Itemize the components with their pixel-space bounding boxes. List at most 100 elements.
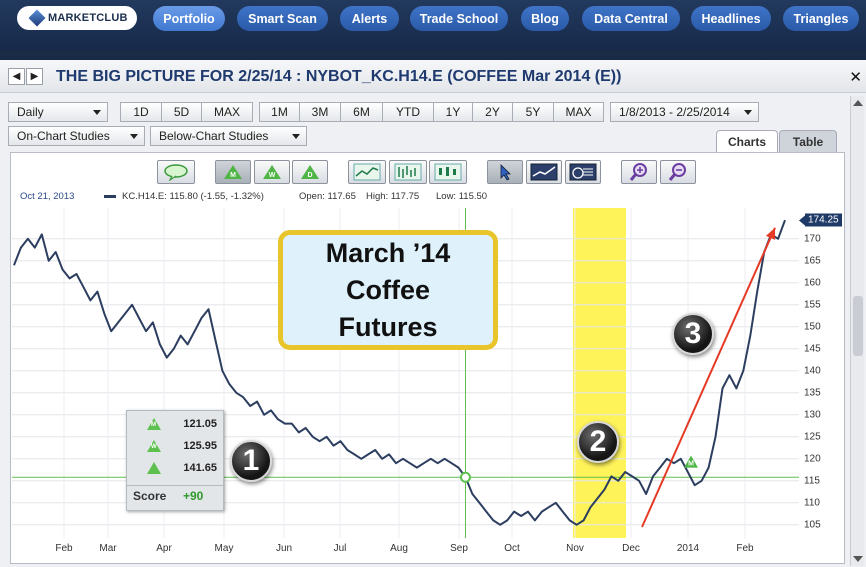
y-tick-label: 150 (804, 321, 821, 333)
x-tick-label: Feb (736, 543, 754, 554)
nav-smart-scan[interactable]: Smart Scan (237, 6, 328, 31)
pointer-button[interactable] (487, 160, 523, 184)
quote-high: High: 117.75 (366, 191, 420, 202)
x-tick-label: Dec (622, 543, 640, 554)
weekly-triangle-icon: W (263, 165, 281, 179)
x-tick-label: Mar (99, 543, 117, 554)
range-1m-button[interactable]: 1M (259, 102, 300, 122)
nav-data-central[interactable]: Data Central (582, 6, 680, 31)
prev-button[interactable]: ◀ (8, 68, 25, 85)
quote-low: Low: 115.50 (436, 191, 488, 202)
score-value: 125.95 (183, 440, 217, 452)
daily-triangle-button[interactable]: D (292, 160, 328, 184)
trend-arrow-line (641, 227, 776, 528)
zoom-out-button[interactable] (660, 160, 696, 184)
draw-tools-icon (569, 163, 597, 181)
candlestick-chart-button[interactable] (429, 160, 467, 184)
range-5d-button[interactable]: 5D (161, 102, 202, 122)
pointer-icon (500, 164, 511, 181)
range-3m-button[interactable]: 3M (299, 102, 341, 122)
y-tick-label: 120 (804, 453, 821, 465)
nav-alerts[interactable]: Alerts (340, 6, 399, 31)
nav-blog[interactable]: Blog (521, 6, 569, 31)
y-tick-label: 165 (804, 255, 821, 267)
nav-portfolio[interactable]: Portfolio (153, 6, 225, 31)
x-tick-label: Sep (450, 543, 468, 554)
draw-tools-button[interactable] (565, 160, 601, 184)
bar-chart-button[interactable] (389, 160, 427, 184)
chevron-down-icon (93, 109, 101, 115)
nav-headlines[interactable]: Headlines (691, 6, 771, 31)
x-tick-label: Oct (504, 543, 520, 554)
comment-button[interactable] (157, 160, 195, 184)
zoom-out-icon (668, 163, 686, 181)
range-max-button[interactable]: MAX (201, 102, 253, 122)
nav-trade-school[interactable]: Trade School (410, 6, 508, 31)
below-chart-studies-select[interactable]: Below-Chart Studies (150, 126, 307, 146)
scroll-down-icon[interactable] (853, 556, 863, 562)
date-marker (459, 471, 471, 483)
on-chart-studies-label: On-Chart Studies (17, 129, 110, 143)
badge-3: 3 (672, 313, 714, 355)
score-row-weekly: W 125.95 (127, 435, 225, 457)
x-tick-label: May (214, 543, 234, 554)
nav-triangles[interactable]: Triangles (783, 6, 859, 31)
period-value: Daily (17, 105, 44, 119)
badge-1: 1 (230, 440, 272, 482)
x-tick-label: 2014 (676, 543, 700, 554)
callout-line-3: Futures (338, 311, 438, 342)
top-nav-bar: MARKETCLUB Portfolio Smart Scan Alerts T… (0, 0, 866, 50)
below-chart-studies-label: Below-Chart Studies (159, 129, 269, 143)
y-tick-label: 105 (804, 519, 821, 531)
y-tick-label: 145 (804, 343, 821, 355)
arrow-right-icon: ▶ (30, 71, 39, 82)
tab-charts[interactable]: Charts (716, 130, 778, 152)
triangle-letter: M (151, 422, 156, 428)
last-price-label: 174.25 (799, 213, 842, 227)
range-1d-button[interactable]: 1D (120, 102, 162, 122)
range-5y-button[interactable]: 5Y (512, 102, 554, 122)
marketclub-logo[interactable]: MARKETCLUB (17, 6, 137, 30)
y-tick-label: 110 (804, 497, 820, 509)
trendline-button[interactable] (526, 160, 562, 184)
callout-line-2: Coffee (345, 274, 430, 305)
period-select[interactable]: Daily (8, 102, 108, 122)
svg-text:M: M (230, 172, 236, 179)
weekly-triangle-button[interactable]: W (254, 160, 290, 184)
x-tick-label: Aug (390, 543, 408, 554)
score-divider (127, 485, 225, 486)
y-tick-label: 115 (804, 475, 820, 487)
svg-text:D: D (307, 172, 312, 179)
monthly-triangle-button[interactable]: M (215, 160, 251, 184)
quote-open: Open: 117.65 (299, 191, 356, 202)
date-range-value: 1/8/2013 - 2/25/2014 (619, 105, 730, 119)
tab-table[interactable]: Table (779, 130, 837, 152)
monthly-triangle-icon: M (224, 165, 242, 179)
score-value: 141.65 (183, 462, 217, 474)
highlight-band (573, 208, 626, 538)
range-max2-button[interactable]: MAX (553, 102, 604, 122)
score-row-monthly: M 121.05 (127, 413, 225, 435)
close-icon[interactable]: ✕ (849, 68, 862, 86)
range-6m-button[interactable]: 6M (340, 102, 383, 122)
on-chart-studies-select[interactable]: On-Chart Studies (8, 126, 145, 146)
range-ytd-button[interactable]: YTD (382, 102, 434, 122)
badge-2: 2 (577, 421, 619, 463)
scroll-thumb[interactable] (853, 296, 863, 356)
scrollbar[interactable] (850, 96, 864, 566)
scroll-up-icon[interactable] (853, 100, 863, 106)
trendline-icon (530, 163, 558, 181)
date-range-select[interactable]: 1/8/2013 - 2/25/2014 (610, 102, 759, 122)
line-chart-button[interactable] (348, 160, 386, 184)
range-1y-button[interactable]: 1Y (433, 102, 473, 122)
y-tick-label: 140 (804, 365, 821, 377)
range-2y-button[interactable]: 2Y (472, 102, 513, 122)
svg-text:W: W (269, 172, 276, 179)
next-button[interactable]: ▶ (26, 68, 43, 85)
x-tick-label: Nov (566, 543, 584, 554)
quote-symbol: KC.H14.E: 115.80 (-1.55, -1.32%) (122, 191, 264, 202)
score-label: Score (133, 489, 167, 503)
zoom-in-button[interactable] (621, 160, 657, 184)
candlestick-chart-icon (434, 163, 462, 181)
logo-diamond-icon (28, 9, 46, 27)
